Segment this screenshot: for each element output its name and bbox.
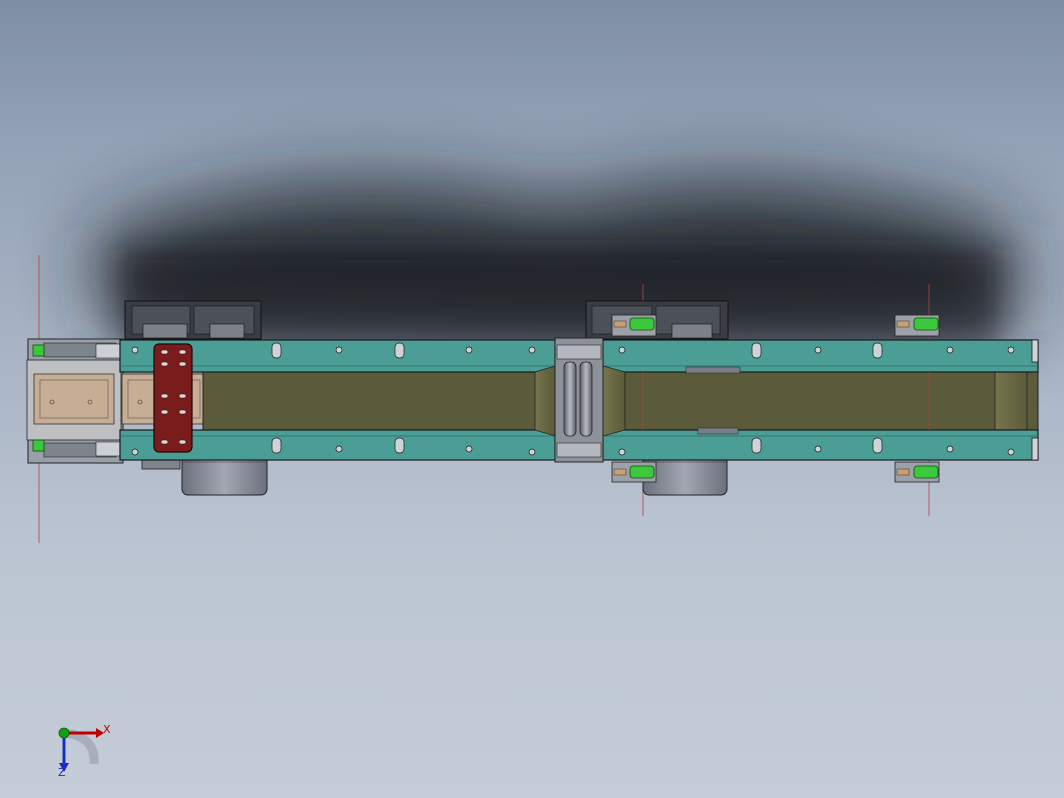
- mounting-bracket: [153, 343, 193, 453]
- sensor-bracket-2-top: [894, 314, 940, 337]
- sensor-bracket-2-bottom: [894, 461, 940, 483]
- drive-motor-right-top: [585, 300, 729, 340]
- drive-motor-left-top: [124, 300, 262, 340]
- sensor-bracket-1-top: [611, 314, 657, 337]
- triad-x-label: X: [103, 723, 111, 736]
- sensor-left-top: [32, 344, 45, 357]
- drive-motor-left-bottom: [141, 454, 268, 496]
- graphics-area[interactable]: [0, 0, 1064, 798]
- conveyor-section-2: [602, 339, 1039, 461]
- sensor-bracket-1-bottom: [611, 461, 657, 483]
- sensor-left-bottom: [32, 439, 45, 452]
- triad-z-label: Z: [58, 766, 66, 779]
- transfer-junction: [554, 337, 604, 463]
